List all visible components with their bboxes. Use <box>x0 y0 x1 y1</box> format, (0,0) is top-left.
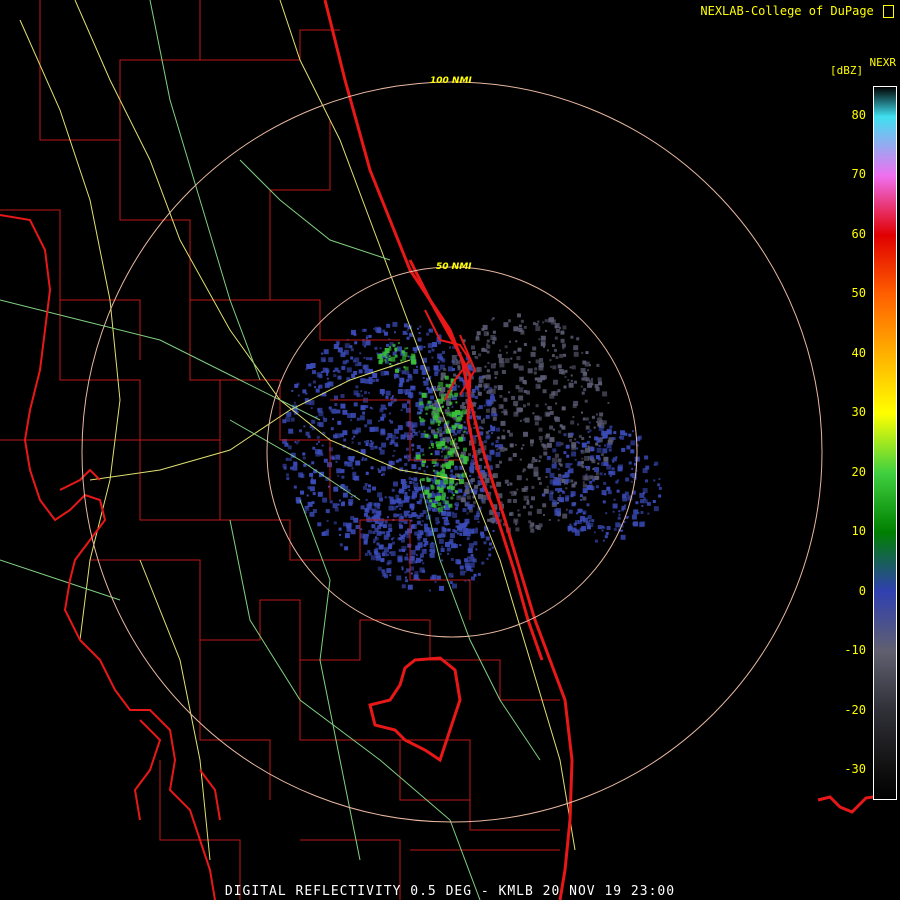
ring-label-50: 50 NMI <box>436 262 472 272</box>
scale-tick-label: 50 <box>851 286 866 301</box>
scale-tick-label: -20 <box>844 702 866 717</box>
scale-tick-label: 0 <box>858 583 866 598</box>
scale-tick-label: -10 <box>844 643 866 658</box>
radar-map <box>0 0 881 900</box>
product-label: NEXR <box>869 56 897 69</box>
reflectivity-echoes <box>282 313 662 592</box>
credit-label: NEXLAB-College of DuPage <box>700 4 874 18</box>
cod-logo-icon <box>883 5 894 18</box>
highways <box>0 0 576 900</box>
scale-tick-label: 80 <box>851 107 866 122</box>
scale-tick-label: 40 <box>851 345 866 360</box>
ring-label-100: 100 NMI <box>430 76 472 86</box>
units-label: [dBZ] <box>830 64 864 77</box>
scale-tick-label: -30 <box>844 762 866 777</box>
scale-tick-label: 60 <box>851 226 866 241</box>
coastlines <box>0 0 881 900</box>
scale-tick-label: 20 <box>851 464 866 479</box>
scale-tick-label: 30 <box>851 405 866 420</box>
scale-tick-label: 10 <box>851 524 866 539</box>
credit-text: NEXLAB-College of DuPage <box>700 4 894 18</box>
color-scale-bar <box>873 86 897 800</box>
product-caption: DIGITAL REFLECTIVITY 0.5 DEG - KMLB 20 N… <box>224 884 676 899</box>
scale-tick-label: 70 <box>851 167 866 182</box>
